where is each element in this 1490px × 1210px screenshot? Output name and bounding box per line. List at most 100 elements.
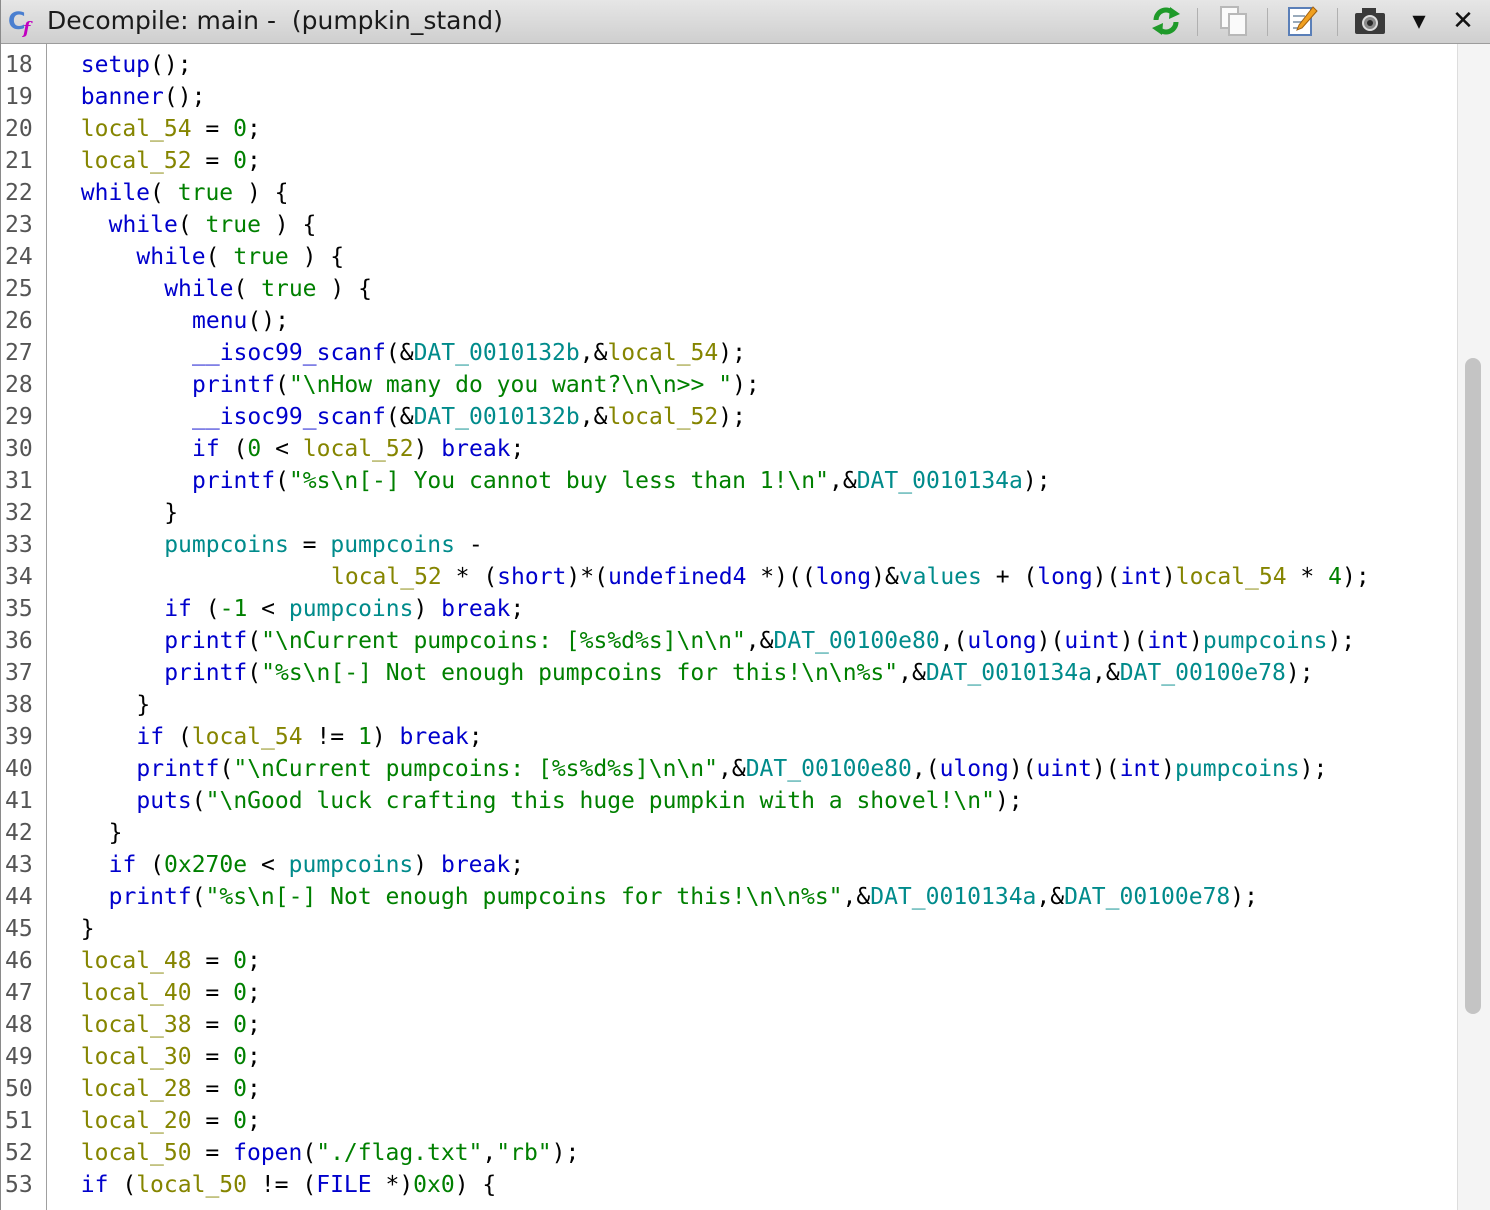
keyword[interactable]: if bbox=[109, 852, 137, 878]
keyword[interactable]: break bbox=[441, 436, 510, 462]
type-name[interactable]: int bbox=[1120, 564, 1162, 590]
code-line[interactable]: while( true ) { bbox=[109, 209, 317, 241]
keyword[interactable]: if bbox=[192, 436, 220, 462]
literal[interactable]: 0 bbox=[233, 1044, 247, 1070]
code-line[interactable]: while( true ) { bbox=[164, 273, 372, 305]
local-variable[interactable]: local_52 bbox=[331, 564, 442, 590]
literal[interactable]: true bbox=[233, 244, 288, 270]
string-literal[interactable]: "\nCurrent pumpcoins: [%s%d%s]\n\n" bbox=[261, 628, 746, 654]
string-literal[interactable]: "rb" bbox=[496, 1140, 551, 1166]
code-view[interactable]: setup(); banner(); local_54 = 0; local_52 =… bbox=[47, 44, 1457, 1210]
code-line[interactable]: local_50 = fopen("./flag.txt","rb"); bbox=[81, 1137, 580, 1169]
code-line[interactable]: if (local_50 != (FILE *)0x0) { bbox=[81, 1169, 496, 1201]
type-name[interactable]: uint bbox=[1037, 756, 1092, 782]
code-line[interactable]: if (0x270e < pumpcoins) break; bbox=[109, 849, 524, 881]
function-name[interactable]: setup bbox=[81, 52, 150, 78]
code-line[interactable]: pumpcoins = pumpcoins - bbox=[164, 529, 483, 561]
global-symbol[interactable]: DAT_0010134a bbox=[926, 660, 1092, 686]
keyword[interactable]: while bbox=[81, 180, 150, 206]
code-line[interactable]: setup(); bbox=[81, 49, 192, 81]
keyword[interactable]: while bbox=[136, 244, 205, 270]
global-symbol[interactable]: DAT_0010134a bbox=[857, 468, 1023, 494]
code-line[interactable]: menu(); bbox=[192, 305, 289, 337]
global-symbol[interactable]: pumpcoins bbox=[330, 532, 455, 558]
code-line[interactable]: if (-1 < pumpcoins) break; bbox=[164, 593, 524, 625]
local-variable[interactable]: local_30 bbox=[81, 1044, 192, 1070]
global-symbol[interactable]: pumpcoins bbox=[1175, 756, 1300, 782]
local-variable[interactable]: local_54 bbox=[607, 340, 718, 366]
local-variable[interactable]: local_52 bbox=[607, 404, 718, 430]
local-variable[interactable]: local_20 bbox=[81, 1108, 192, 1134]
literal[interactable]: 0 bbox=[247, 436, 261, 462]
global-symbol[interactable]: DAT_0010132b bbox=[414, 404, 580, 430]
local-variable[interactable]: local_52 bbox=[81, 148, 192, 174]
global-symbol[interactable]: pumpcoins bbox=[289, 596, 414, 622]
function-name[interactable]: printf bbox=[109, 884, 192, 910]
literal[interactable]: 0 bbox=[233, 116, 247, 142]
local-variable[interactable]: local_50 bbox=[136, 1172, 247, 1198]
code-line[interactable]: __isoc99_scanf(&DAT_0010132b,&local_52); bbox=[192, 401, 746, 433]
code-line[interactable]: } bbox=[109, 817, 123, 849]
global-symbol[interactable]: pumpcoins bbox=[1203, 628, 1328, 654]
code-line[interactable]: local_48 = 0; bbox=[81, 945, 261, 977]
keyword[interactable]: break bbox=[441, 596, 510, 622]
close-icon[interactable]: ✕ bbox=[1445, 4, 1481, 38]
code-line[interactable]: if (0 < local_52) break; bbox=[192, 433, 524, 465]
global-symbol[interactable]: DAT_00100e78 bbox=[1064, 884, 1230, 910]
local-variable[interactable]: local_48 bbox=[81, 948, 192, 974]
keyword[interactable]: if bbox=[164, 596, 192, 622]
local-variable[interactable]: local_52 bbox=[303, 436, 414, 462]
type-name[interactable]: long bbox=[1037, 564, 1092, 590]
refresh-icon[interactable] bbox=[1147, 4, 1185, 38]
type-name[interactable]: ulong bbox=[940, 756, 1009, 782]
global-symbol[interactable]: DAT_00100e78 bbox=[1120, 660, 1286, 686]
function-name[interactable]: fopen bbox=[233, 1140, 302, 1166]
type-name[interactable]: int bbox=[1147, 628, 1189, 654]
function-name[interactable]: __isoc99_scanf bbox=[192, 404, 386, 430]
type-name[interactable]: undefined4 bbox=[608, 564, 746, 590]
function-name[interactable]: banner bbox=[81, 84, 164, 110]
type-name[interactable]: int bbox=[1120, 756, 1162, 782]
literal[interactable]: 1 bbox=[358, 724, 372, 750]
string-literal[interactable]: "./flag.txt" bbox=[316, 1140, 482, 1166]
keyword[interactable]: while bbox=[109, 212, 178, 238]
global-symbol[interactable]: DAT_00100e80 bbox=[774, 628, 940, 654]
code-line[interactable]: local_40 = 0; bbox=[81, 977, 261, 1009]
literal[interactable]: 4 bbox=[1328, 564, 1342, 590]
edit-icon[interactable] bbox=[1283, 4, 1321, 38]
type-name[interactable]: long bbox=[816, 564, 871, 590]
dropdown-arrow-icon[interactable]: ▼ bbox=[1401, 4, 1437, 38]
local-variable[interactable]: local_54 bbox=[192, 724, 303, 750]
global-symbol[interactable]: DAT_00100e80 bbox=[746, 756, 912, 782]
local-variable[interactable]: local_54 bbox=[1176, 564, 1287, 590]
keyword[interactable]: if bbox=[81, 1172, 109, 1198]
literal[interactable]: true bbox=[206, 212, 261, 238]
local-variable[interactable]: local_40 bbox=[81, 980, 192, 1006]
literal[interactable]: 0 bbox=[233, 948, 247, 974]
keyword[interactable]: break bbox=[400, 724, 469, 750]
code-line[interactable]: } bbox=[81, 913, 95, 945]
type-name[interactable]: uint bbox=[1064, 628, 1119, 654]
keyword[interactable]: while bbox=[164, 276, 233, 302]
global-symbol[interactable]: pumpcoins bbox=[289, 852, 414, 878]
literal[interactable]: true bbox=[261, 276, 316, 302]
local-variable[interactable]: local_50 bbox=[81, 1140, 192, 1166]
local-variable[interactable]: local_54 bbox=[81, 116, 192, 142]
function-name[interactable]: printf bbox=[164, 628, 247, 654]
string-literal[interactable]: "%s\n[-] You cannot buy less than 1!\n" bbox=[289, 468, 829, 494]
global-symbol[interactable]: DAT_0010132b bbox=[414, 340, 580, 366]
literal[interactable]: true bbox=[178, 180, 233, 206]
code-line[interactable]: while( true ) { bbox=[81, 177, 289, 209]
global-symbol[interactable]: values bbox=[899, 564, 982, 590]
code-line[interactable]: banner(); bbox=[81, 81, 206, 113]
function-name[interactable]: printf bbox=[136, 756, 219, 782]
string-literal[interactable]: "\nGood luck crafting this huge pumpkin … bbox=[206, 788, 995, 814]
code-line[interactable]: local_52 * (short)*(undefined4 *)((long)… bbox=[331, 561, 1370, 593]
code-line[interactable]: printf("%s\n[-] Not enough pumpcoins for… bbox=[109, 881, 1258, 913]
type-name[interactable]: short bbox=[497, 564, 566, 590]
literal[interactable]: 0 bbox=[233, 1108, 247, 1134]
code-line[interactable]: local_52 = 0; bbox=[81, 145, 261, 177]
function-name[interactable]: __isoc99_scanf bbox=[192, 340, 386, 366]
function-name[interactable]: printf bbox=[192, 372, 275, 398]
literal[interactable]: -1 bbox=[220, 596, 248, 622]
